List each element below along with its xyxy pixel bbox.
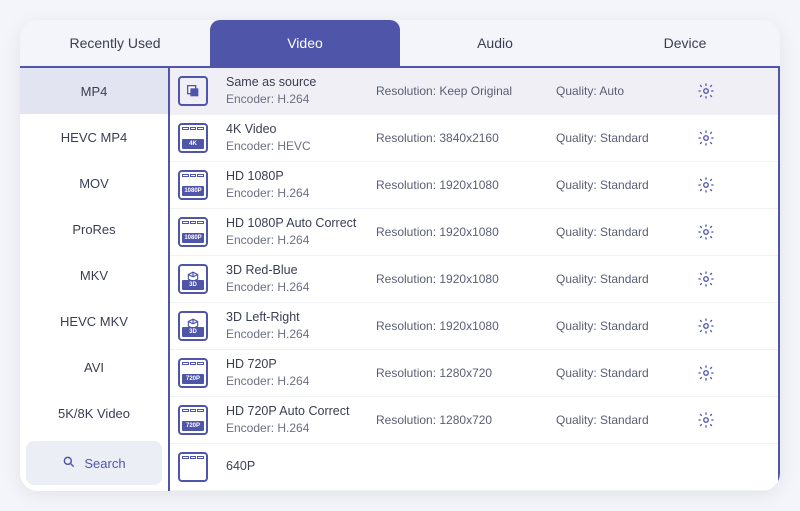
3d-icon: 3D [178, 264, 208, 294]
preset-name: HD 720P [226, 356, 376, 374]
preset-resolution: Resolution: 1280x720 [376, 366, 556, 380]
sidebar-item-5k8k[interactable]: 5K/8K Video [20, 390, 168, 436]
preset-list[interactable]: Same as sourceEncoder: H.264Resolution: … [170, 68, 780, 491]
category-tabs: Recently Used Video Audio Device [20, 20, 780, 66]
sidebar-item-mkv[interactable]: MKV [20, 252, 168, 298]
preset-name: Same as source [226, 74, 376, 92]
video-file-icon: 720P [178, 405, 208, 435]
search-icon [62, 455, 76, 472]
preset-name: 640P [226, 458, 376, 476]
preset-row[interactable]: Same as sourceEncoder: H.264Resolution: … [170, 68, 778, 115]
sidebar-item-mov[interactable]: MOV [20, 160, 168, 206]
preset-row[interactable]: 1080P HD 1080PEncoder: H.264Resolution: 1… [170, 162, 778, 209]
preset-quality: Quality: Standard [556, 272, 686, 286]
format-sidebar: MP4 HEVC MP4 MOV ProRes MKV HEVC MKV AVI… [20, 68, 170, 491]
video-file-icon: 1080P [178, 170, 208, 200]
video-file-icon: 1080P [178, 217, 208, 247]
preset-resolution: Resolution: 3840x2160 [376, 131, 556, 145]
search-input[interactable]: Search [26, 441, 162, 485]
preset-row[interactable]: 720P HD 720PEncoder: H.264Resolution: 128… [170, 350, 778, 397]
preset-encoder: Encoder: H.264 [226, 373, 376, 390]
sidebar-item-hevc-mp4[interactable]: HEVC MP4 [20, 114, 168, 160]
search-label: Search [84, 456, 125, 471]
settings-button[interactable] [686, 364, 726, 382]
preset-encoder: Encoder: H.264 [226, 185, 376, 202]
tab-video[interactable]: Video [210, 20, 400, 66]
preset-row[interactable]: 720P HD 720P Auto CorrectEncoder: H.264Re… [170, 397, 778, 444]
preset-quality: Quality: Auto [556, 84, 686, 98]
preset-resolution: Resolution: 1920x1080 [376, 178, 556, 192]
preset-quality: Quality: Standard [556, 131, 686, 145]
preset-name: HD 1080P Auto Correct [226, 215, 376, 233]
sidebar-item-mp4[interactable]: MP4 [20, 68, 168, 114]
preset-name: 3D Left-Right [226, 309, 376, 327]
preset-resolution: Resolution: 1920x1080 [376, 319, 556, 333]
preset-encoder: Encoder: H.264 [226, 326, 376, 343]
preset-name: HD 720P Auto Correct [226, 403, 376, 421]
preset-quality: Quality: Standard [556, 413, 686, 427]
preset-encoder: Encoder: H.264 [226, 91, 376, 108]
sidebar-item-prores[interactable]: ProRes [20, 206, 168, 252]
format-panel: Recently Used Video Audio Device MP4 HEV… [20, 20, 780, 491]
settings-button[interactable] [686, 82, 726, 100]
preset-name: 4K Video [226, 121, 376, 139]
settings-button[interactable] [686, 223, 726, 241]
panel-body: MP4 HEVC MP4 MOV ProRes MKV HEVC MKV AVI… [20, 68, 780, 491]
settings-button[interactable] [686, 317, 726, 335]
settings-button[interactable] [686, 129, 726, 147]
preset-quality: Quality: Standard [556, 225, 686, 239]
tab-recently-used[interactable]: Recently Used [20, 20, 210, 66]
video-file-icon: 720P [178, 358, 208, 388]
preset-row[interactable]: 3D 3D Red-BlueEncoder: H.264Resolution: 1… [170, 256, 778, 303]
3d-icon: 3D [178, 311, 208, 341]
preset-resolution: Resolution: 1920x1080 [376, 225, 556, 239]
sidebar-item-avi[interactable]: AVI [20, 344, 168, 390]
preset-row[interactable]: 640P [170, 444, 778, 491]
preset-resolution: Resolution: Keep Original [376, 84, 556, 98]
preset-encoder: Encoder: HEVC [226, 138, 376, 155]
tab-device[interactable]: Device [590, 20, 780, 66]
preset-row[interactable]: 4K 4K VideoEncoder: HEVCResolution: 3840x… [170, 115, 778, 162]
preset-resolution: Resolution: 1920x1080 [376, 272, 556, 286]
preset-name: HD 1080P [226, 168, 376, 186]
same-as-source-icon [178, 76, 208, 106]
preset-quality: Quality: Standard [556, 319, 686, 333]
preset-row[interactable]: 3D 3D Left-RightEncoder: H.264Resolution:… [170, 303, 778, 350]
settings-button[interactable] [686, 176, 726, 194]
preset-quality: Quality: Standard [556, 366, 686, 380]
preset-row[interactable]: 1080P HD 1080P Auto CorrectEncoder: H.264… [170, 209, 778, 256]
preset-quality: Quality: Standard [556, 178, 686, 192]
preset-name: 3D Red-Blue [226, 262, 376, 280]
settings-button[interactable] [686, 270, 726, 288]
video-file-icon: 4K [178, 123, 208, 153]
settings-button[interactable] [686, 411, 726, 429]
preset-encoder: Encoder: H.264 [226, 420, 376, 437]
preset-encoder: Encoder: H.264 [226, 279, 376, 296]
tab-audio[interactable]: Audio [400, 20, 590, 66]
video-file-icon [178, 452, 208, 482]
sidebar-item-hevc-mkv[interactable]: HEVC MKV [20, 298, 168, 344]
preset-resolution: Resolution: 1280x720 [376, 413, 556, 427]
preset-encoder: Encoder: H.264 [226, 232, 376, 249]
